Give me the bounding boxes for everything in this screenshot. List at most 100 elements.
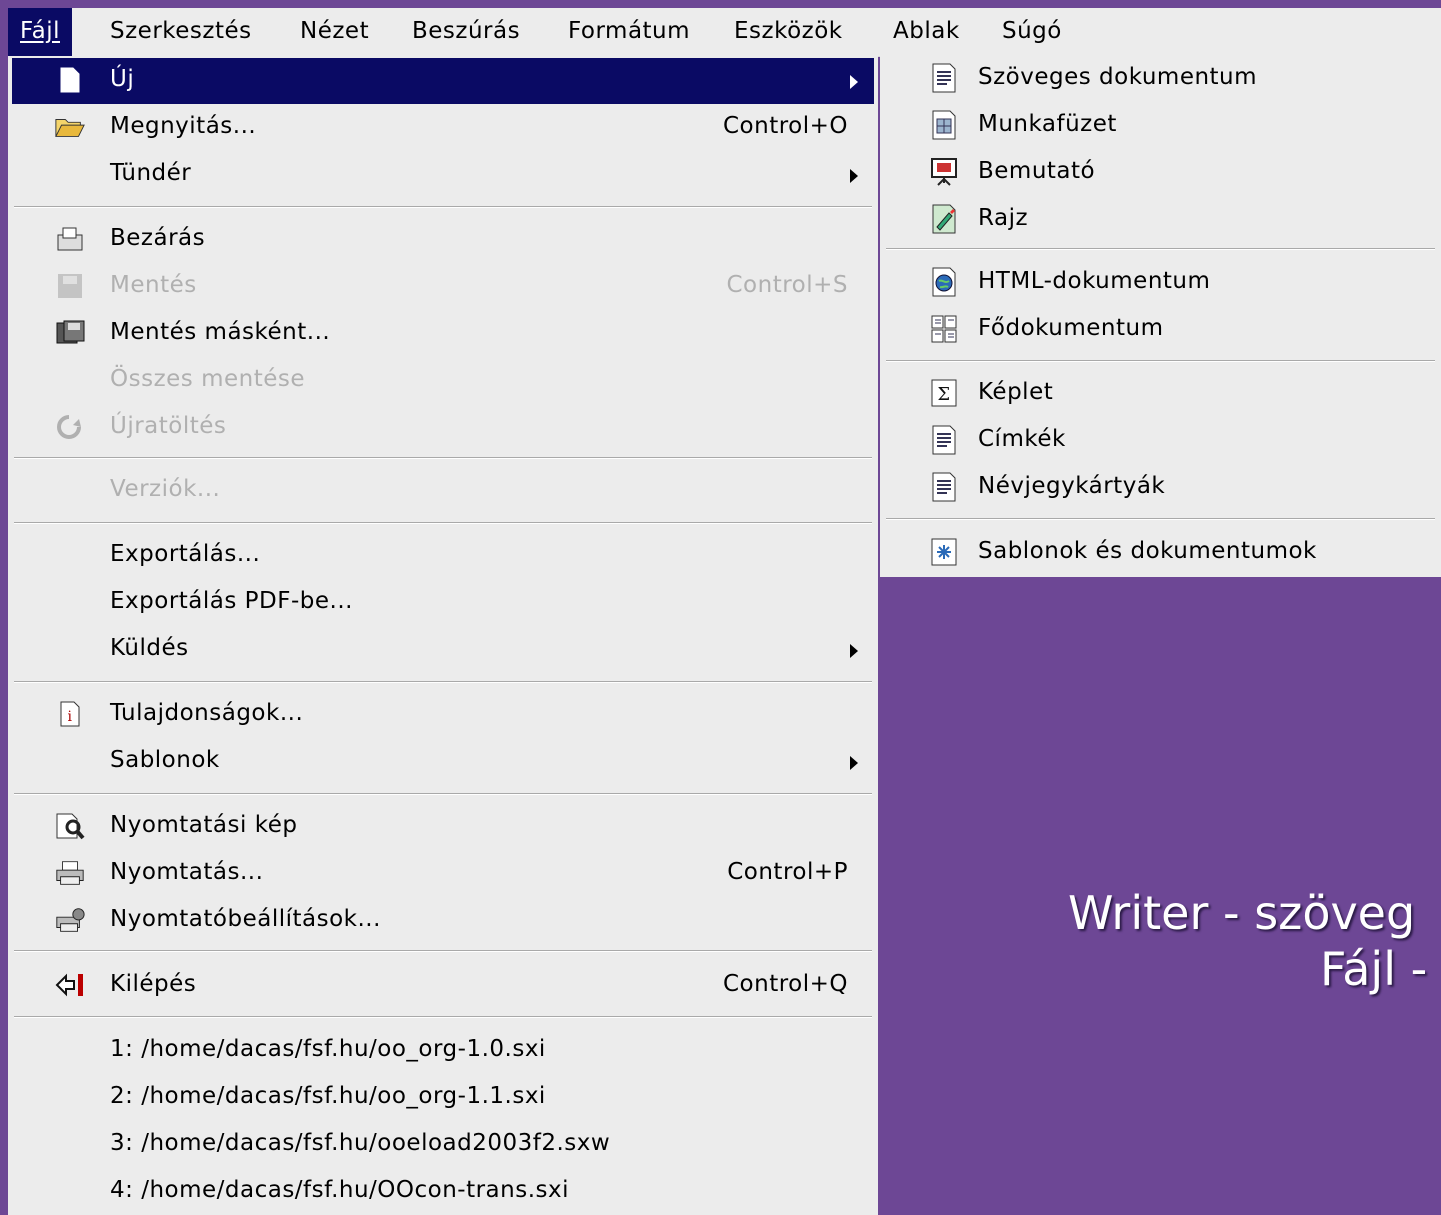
close-document-icon: [54, 223, 86, 255]
menu-item-label: Megnyitás...: [110, 113, 257, 139]
menu-item-properties[interactable]: i Tulajdonságok...: [12, 692, 874, 738]
menu-tools[interactable]: Eszközök: [722, 8, 855, 56]
menu-help[interactable]: Súgó: [990, 8, 1074, 56]
shortcut-label: Control+P: [727, 859, 848, 885]
menu-item-label: Tulajdonságok...: [110, 700, 304, 726]
menu-item-wizard[interactable]: Tündér: [12, 152, 874, 198]
menu-item-reload[interactable]: Újratöltés: [12, 405, 874, 451]
menu-item-open[interactable]: Megnyitás... Control+O: [12, 105, 874, 151]
menu-item-label: Küldés: [110, 635, 189, 661]
new-business-cards[interactable]: Névjegykártyák: [880, 465, 1441, 511]
submenu-arrow-icon: [850, 169, 858, 183]
menu-item-new[interactable]: Új: [12, 58, 874, 104]
menu-item-exit[interactable]: Kilépés Control+Q: [12, 963, 874, 1009]
text-document-icon: [932, 63, 956, 93]
submenu-item-label: Címkék: [978, 426, 1066, 452]
spreadsheet-icon: [932, 110, 956, 140]
reload-icon: [54, 411, 86, 443]
recent-file-item[interactable]: 2: /home/dacas/fsf.hu/oo_org-1.1.sxi: [12, 1075, 874, 1121]
menu-item-send[interactable]: Küldés: [12, 627, 874, 673]
new-text-document[interactable]: Szöveges dokumentum: [880, 56, 1441, 102]
business-cards-icon: [932, 472, 956, 502]
submenu-arrow-icon: [850, 756, 858, 770]
menu-separator: [14, 522, 872, 524]
new-presentation[interactable]: Bemutató: [880, 150, 1441, 196]
labels-icon: [932, 425, 956, 455]
menu-item-versions[interactable]: Verziók...: [12, 468, 874, 514]
menu-insert-label: Beszúrás: [412, 18, 521, 44]
menu-item-save[interactable]: Mentés Control+S: [12, 264, 874, 310]
menu-bar: Fájl Szerkesztés Nézet Beszúrás Formátum…: [8, 8, 1441, 57]
new-submenu: Szöveges dokumentum Munkafüzet Bemutató …: [880, 56, 1441, 577]
menu-item-print-preview[interactable]: Nyomtatási kép: [12, 804, 874, 850]
menu-separator: [14, 457, 872, 459]
submenu-item-label: Szöveges dokumentum: [978, 64, 1258, 90]
menu-item-templates[interactable]: Sablonok: [12, 739, 874, 785]
menu-file[interactable]: Fájl: [8, 8, 72, 56]
menu-item-label: Újratöltés: [110, 413, 227, 439]
menu-file-label: Fájl: [20, 18, 60, 44]
menu-format[interactable]: Formátum: [556, 8, 702, 56]
menu-separator: [14, 681, 872, 683]
new-spreadsheet[interactable]: Munkafüzet: [880, 103, 1441, 149]
recent-file-label: 2: /home/dacas/fsf.hu/oo_org-1.1.sxi: [110, 1083, 546, 1109]
menu-window-label: Ablak: [893, 18, 960, 44]
save-as-icon: [54, 317, 86, 349]
save-icon: [54, 270, 86, 302]
submenu-item-label: Rajz: [978, 205, 1029, 231]
submenu-separator: [886, 518, 1435, 520]
submenu-item-label: Bemutató: [978, 158, 1096, 184]
menu-item-label: Sablonok: [110, 747, 220, 773]
menu-item-save-as[interactable]: Mentés másként...: [12, 311, 874, 357]
menu-item-label: Exportálás PDF-be...: [110, 588, 353, 614]
slide-caption-line2: Fájl -: [1320, 942, 1428, 996]
menu-edit-label: Szerkesztés: [110, 18, 252, 44]
menu-item-label: Összes mentése: [110, 366, 306, 392]
presentation-icon: [931, 158, 957, 186]
menu-item-label: Exportálás...: [110, 541, 261, 567]
menu-item-label: Kilépés: [110, 971, 197, 997]
menu-insert[interactable]: Beszúrás: [400, 8, 532, 56]
slide-caption: Writer - szöveg Fájl -: [1068, 885, 1441, 997]
recent-file-item[interactable]: 3: /home/dacas/fsf.hu/ooeload2003f2.sxw: [12, 1122, 874, 1168]
menu-separator: [14, 950, 872, 952]
menu-item-export-pdf[interactable]: Exportálás PDF-be...: [12, 580, 874, 626]
menu-separator: [14, 793, 872, 795]
submenu-arrow-icon: [850, 75, 858, 89]
menu-item-printer-settings[interactable]: Nyomtatóbeállítások...: [12, 898, 874, 944]
menu-item-label: Nyomtatás...: [110, 859, 264, 885]
menu-item-print[interactable]: Nyomtatás... Control+P: [12, 851, 874, 897]
shortcut-label: Control+S: [726, 272, 848, 298]
recent-file-item[interactable]: 1: /home/dacas/fsf.hu/oo_org-1.0.sxi: [12, 1028, 874, 1074]
master-document-icon: [931, 315, 957, 343]
menu-help-label: Súgó: [1002, 18, 1062, 44]
print-preview-icon: [54, 810, 86, 842]
recent-file-item[interactable]: 4: /home/dacas/fsf.hu/OOcon-trans.sxi: [12, 1169, 874, 1215]
menu-window[interactable]: Ablak: [881, 8, 972, 56]
menu-edit[interactable]: Szerkesztés: [98, 8, 264, 56]
menu-item-save-all[interactable]: Összes mentése: [12, 358, 874, 404]
new-formula[interactable]: Σ Képlet: [880, 371, 1441, 417]
submenu-arrow-icon: [850, 644, 858, 658]
printer-settings-icon: [54, 904, 86, 936]
menu-view[interactable]: Nézet: [288, 8, 381, 56]
submenu-separator: [886, 360, 1435, 362]
html-document-icon: [932, 267, 956, 297]
menu-item-close[interactable]: Bezárás: [12, 217, 874, 263]
new-labels[interactable]: Címkék: [880, 418, 1441, 464]
new-master-document[interactable]: Fődokumentum: [880, 307, 1441, 353]
slide-caption-line1: Writer - szöveg: [1068, 886, 1416, 940]
menu-item-export[interactable]: Exportálás...: [12, 533, 874, 579]
new-drawing[interactable]: Rajz: [880, 197, 1441, 243]
new-templates-and-documents[interactable]: Sablonok és dokumentumok: [880, 530, 1441, 576]
submenu-item-label: HTML-dokumentum: [978, 268, 1211, 294]
new-html-document[interactable]: HTML-dokumentum: [880, 260, 1441, 306]
menu-item-label: Nyomtatóbeállítások...: [110, 906, 381, 932]
menu-format-label: Formátum: [568, 18, 691, 44]
submenu-item-label: Sablonok és dokumentumok: [978, 538, 1317, 564]
menu-item-label: Nyomtatási kép: [110, 812, 298, 838]
svg-text:Σ: Σ: [937, 384, 950, 405]
printer-icon: [54, 857, 86, 889]
submenu-item-label: Munkafüzet: [978, 111, 1117, 137]
submenu-separator: [886, 248, 1435, 250]
